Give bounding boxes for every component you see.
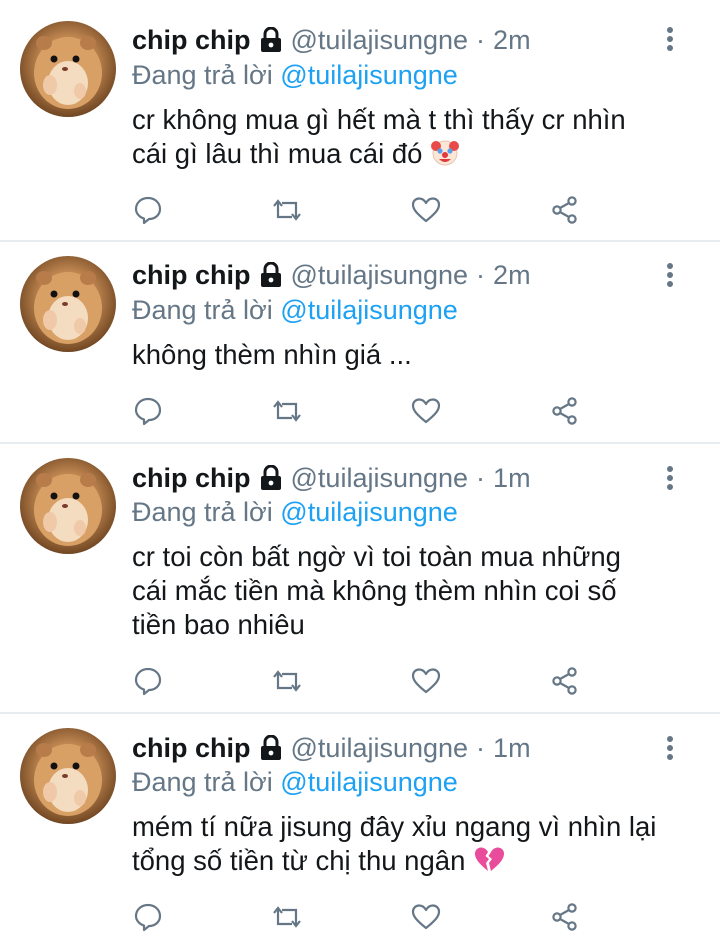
timestamp[interactable]: 1m (493, 733, 531, 764)
share-icon[interactable] (549, 666, 581, 696)
tweet-text: cr không mua gì hết mà t thì thấy cr nhì… (132, 103, 692, 175)
mention-link[interactable]: @tuilajisungne (280, 767, 458, 797)
user-handle[interactable]: @tuilajisungne (291, 733, 469, 764)
hamster-avatar-image (34, 36, 102, 109)
tweet-header: chip chip @tuilajisungne · 2m (132, 23, 531, 57)
avatar[interactable] (20, 256, 116, 352)
tweet-actions (132, 666, 602, 696)
lock-icon (259, 261, 283, 288)
tweet-text: không thèm nhìn giá ... (132, 338, 692, 372)
tweet-text-line: tổng số tiền từ chị thu ngân (132, 844, 692, 882)
separator-dot: · (476, 462, 486, 493)
more-vertical-icon[interactable] (660, 260, 680, 290)
tweet-text-line: tiền bao nhiêu (132, 609, 305, 640)
avatar[interactable] (20, 21, 116, 117)
timestamp[interactable]: 2m (493, 260, 531, 291)
lock-icon (259, 734, 283, 761)
retweet-icon[interactable] (271, 666, 303, 696)
tweet[interactable]: chip chip @tuilajisungne · 1m Đang trả l… (0, 714, 720, 947)
mention-link[interactable]: @tuilajisungne (280, 497, 458, 527)
tweet-actions (132, 902, 602, 932)
avatar[interactable] (20, 458, 116, 554)
retweet-icon[interactable] (271, 396, 303, 426)
tweet-header: chip chip @tuilajisungne · 1m (132, 731, 531, 765)
separator-dot: · (476, 259, 486, 290)
replying-to-label: Đang trả lời (132, 60, 273, 90)
share-icon[interactable] (549, 902, 581, 932)
separator-dot: · (476, 24, 486, 55)
lock-icon (259, 464, 283, 491)
retweet-icon[interactable] (271, 195, 303, 225)
replying-to-label: Đang trả lời (132, 295, 273, 325)
replying-to: Đang trả lời @tuilajisungne (132, 295, 458, 326)
more-vertical-icon[interactable] (660, 733, 680, 763)
tweet-text: cr toi còn bất ngờ vì toi toàn mua những… (132, 540, 692, 642)
replying-to: Đang trả lời @tuilajisungne (132, 497, 458, 528)
more-vertical-icon[interactable] (660, 24, 680, 54)
lock-icon (259, 26, 283, 53)
tweet-text: mém tí nữa jisung đây xỉu ngang vì nhìn … (132, 810, 692, 882)
tweet-actions (132, 396, 602, 426)
more-vertical-icon[interactable] (660, 463, 680, 493)
timestamp[interactable]: 1m (493, 463, 531, 494)
display-name[interactable]: chip chip (132, 25, 251, 56)
hamster-avatar-image (34, 473, 102, 546)
replying-to-label: Đang trả lời (132, 767, 273, 797)
replying-to: Đang trả lời @tuilajisungne (132, 767, 458, 798)
tweet-text-line: cr toi còn bất ngờ vì toi toàn mua những (132, 541, 621, 572)
hamster-avatar-image (34, 271, 102, 344)
tweet[interactable]: chip chip @tuilajisungne · 2m Đang trả l… (0, 0, 720, 240)
timestamp[interactable]: 2m (493, 25, 531, 56)
heart-icon[interactable] (410, 396, 442, 426)
avatar[interactable] (20, 728, 116, 824)
tweet-text-line: mém tí nữa jisung đây xỉu ngang vì nhìn … (132, 811, 657, 842)
replying-to: Đang trả lời @tuilajisungne (132, 60, 458, 91)
tweet-actions (132, 195, 602, 225)
mention-link[interactable]: @tuilajisungne (280, 295, 458, 325)
broken-heart-emoji (473, 844, 505, 882)
separator-dot: · (476, 732, 486, 763)
share-icon[interactable] (549, 195, 581, 225)
reply-icon[interactable] (132, 195, 164, 225)
replying-to-label: Đang trả lời (132, 497, 273, 527)
tweet-text-line: cr không mua gì hết mà t thì thấy cr nhì… (132, 104, 626, 135)
display-name[interactable]: chip chip (132, 733, 251, 764)
tweet-text-line: không thèm nhìn giá ... (132, 339, 412, 370)
tweet-header: chip chip @tuilajisungne · 1m (132, 461, 531, 495)
display-name[interactable]: chip chip (132, 463, 251, 494)
clown-face-emoji (430, 137, 460, 175)
tweet-header: chip chip @tuilajisungne · 2m (132, 258, 531, 292)
reply-icon[interactable] (132, 396, 164, 426)
share-icon[interactable] (549, 396, 581, 426)
mention-link[interactable]: @tuilajisungne (280, 60, 458, 90)
reply-icon[interactable] (132, 666, 164, 696)
retweet-icon[interactable] (271, 902, 303, 932)
user-handle[interactable]: @tuilajisungne (291, 463, 469, 494)
tweet-text-line: cái gì lâu thì mua cái đó (132, 137, 692, 175)
hamster-avatar-image (34, 743, 102, 816)
tweet-text-line: cái mắc tiền mà không thèm nhìn coi số (132, 575, 617, 606)
tweet[interactable]: chip chip @tuilajisungne · 1m Đang trả l… (0, 444, 720, 712)
display-name[interactable]: chip chip (132, 260, 251, 291)
heart-icon[interactable] (410, 666, 442, 696)
heart-icon[interactable] (410, 902, 442, 932)
heart-icon[interactable] (410, 195, 442, 225)
tweet[interactable]: chip chip @tuilajisungne · 2m Đang trả l… (0, 242, 720, 442)
user-handle[interactable]: @tuilajisungne (291, 260, 469, 291)
user-handle[interactable]: @tuilajisungne (291, 25, 469, 56)
reply-icon[interactable] (132, 902, 164, 932)
